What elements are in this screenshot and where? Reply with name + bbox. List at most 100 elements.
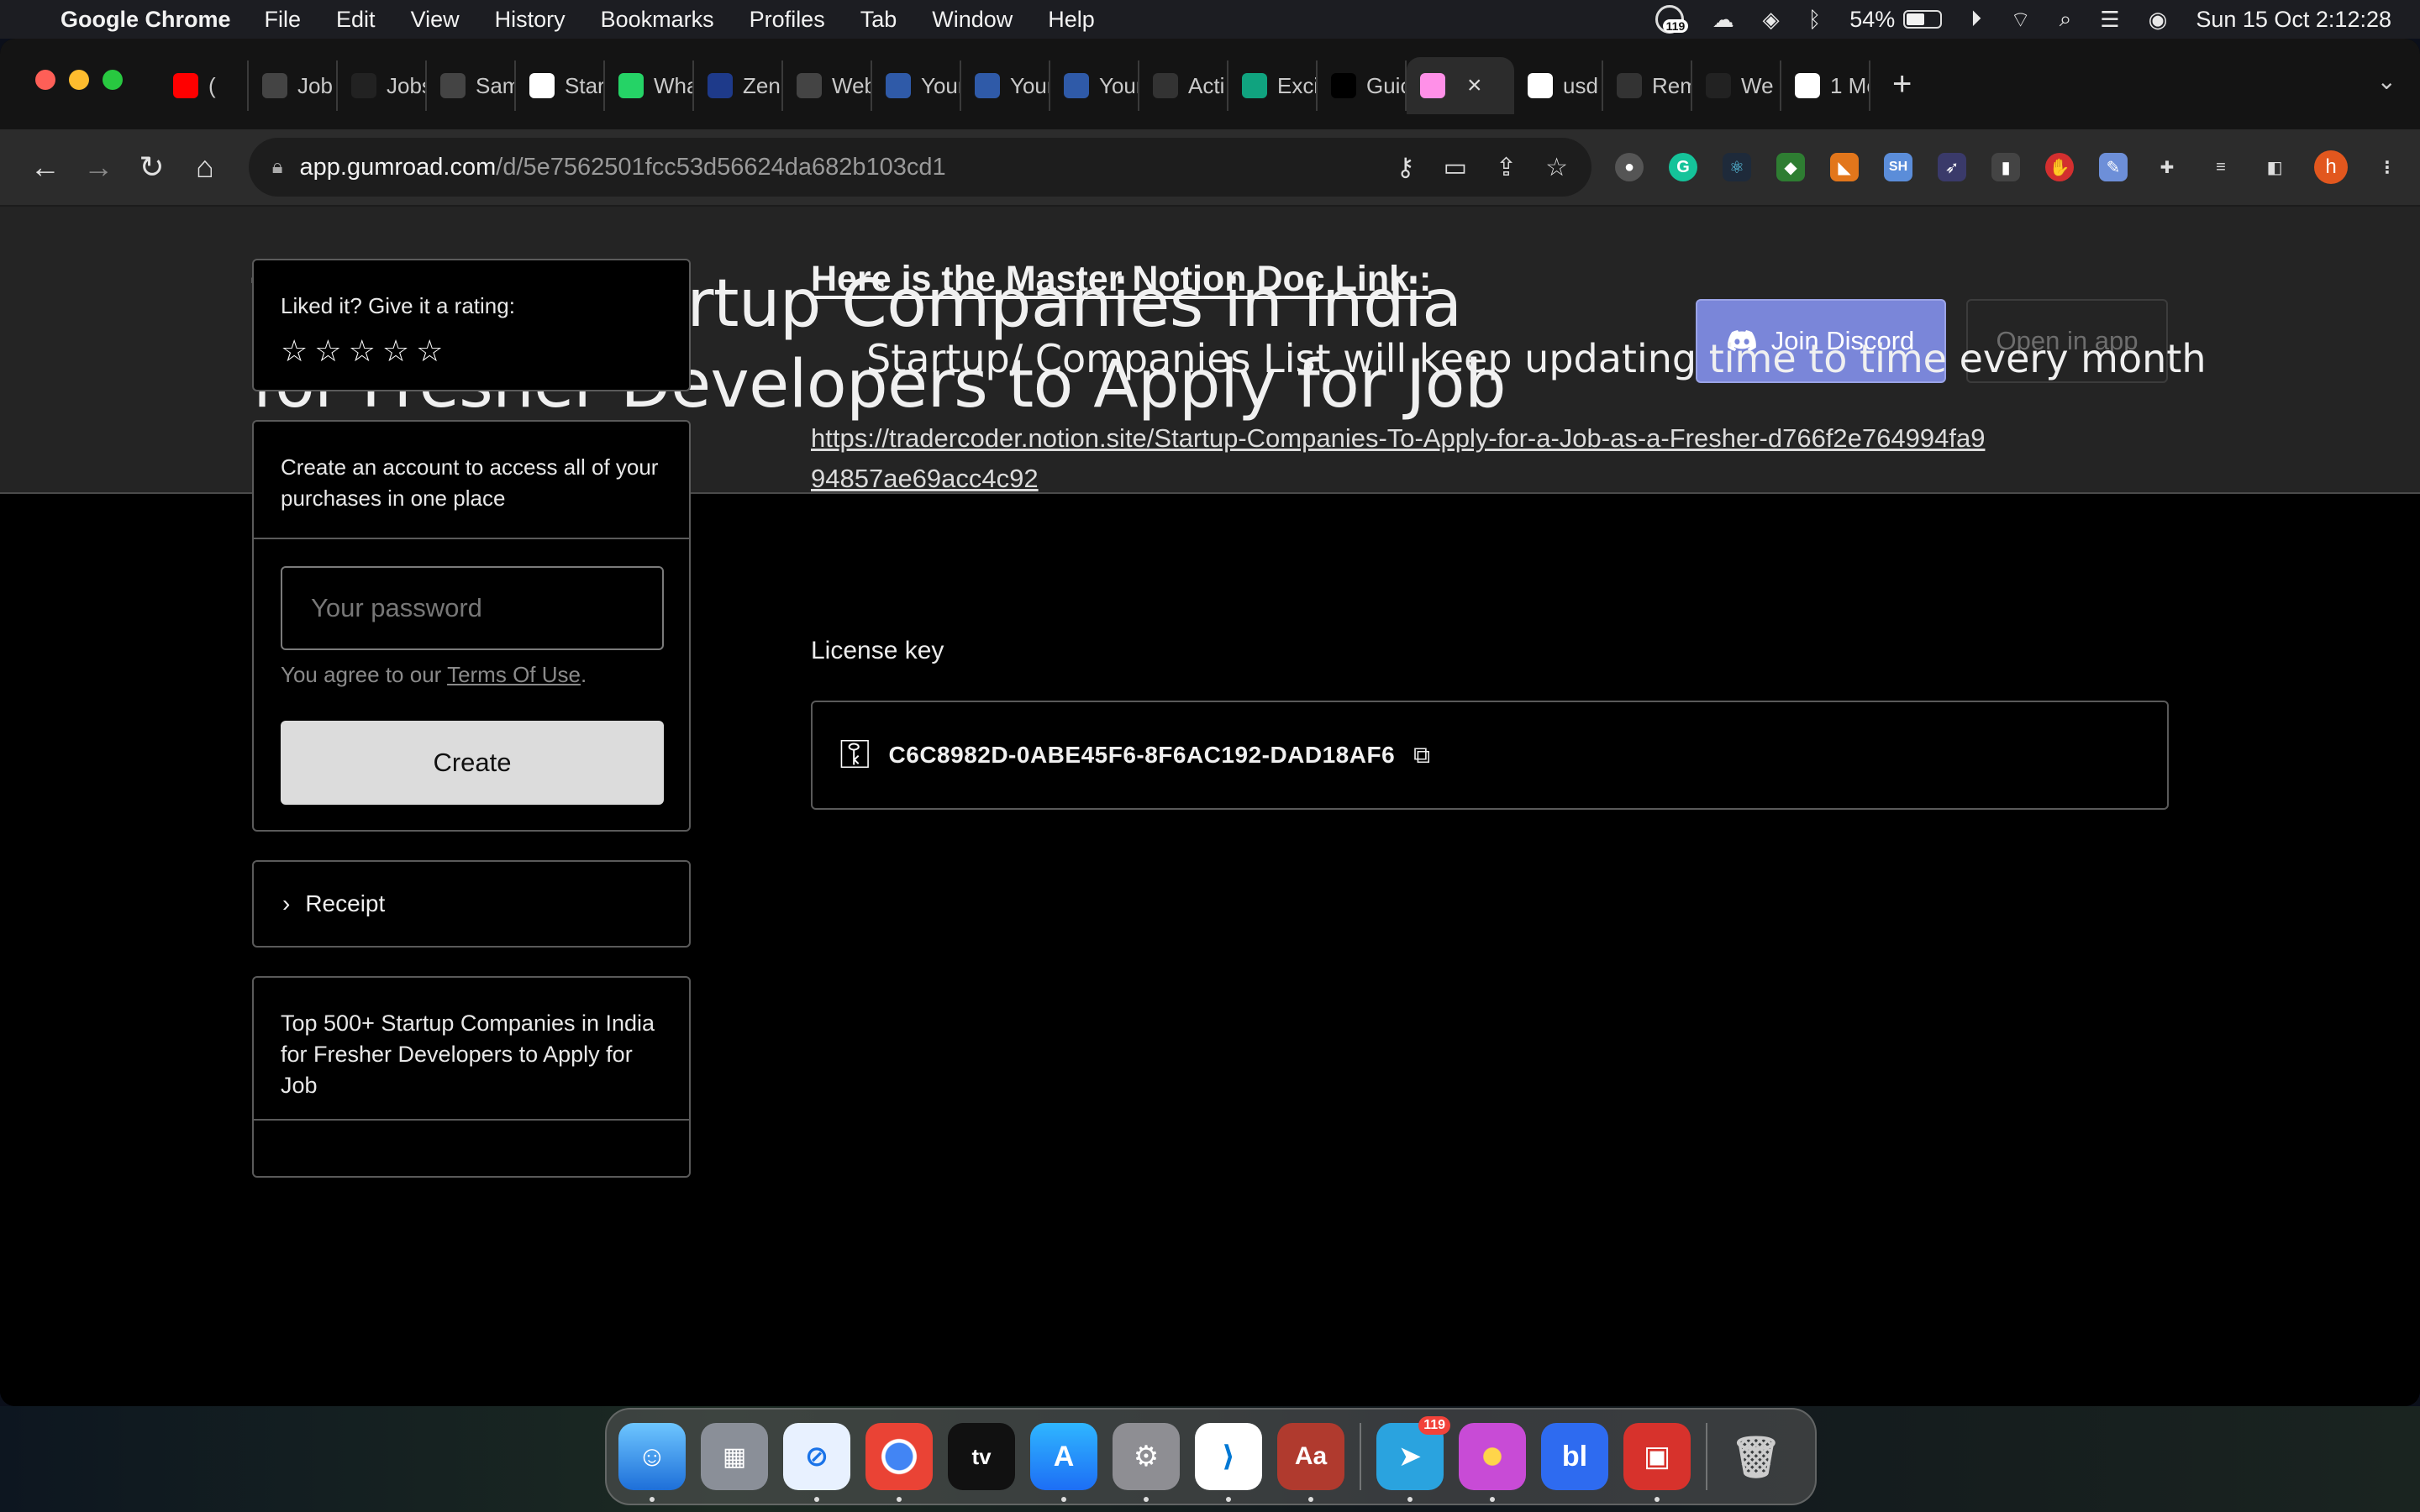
tab[interactable]: Exci <box>1228 60 1318 111</box>
side-panel-icon[interactable]: ◧ <box>2260 153 2289 181</box>
sh-extension-icon[interactable]: SH <box>1884 153 1913 181</box>
spotlight-search-icon[interactable]: ⌕ <box>2060 6 2072 33</box>
share-icon[interactable]: ⇪ <box>1496 153 1517 182</box>
chrome-icon[interactable] <box>865 1423 933 1502</box>
extension-circle-icon[interactable]: ● <box>1615 153 1644 181</box>
tab[interactable]: Guic <box>1318 60 1407 111</box>
reload-button[interactable]: ↻ <box>125 150 178 185</box>
menu-file[interactable]: File <box>265 7 302 33</box>
adblock-icon[interactable]: ✋ <box>2045 153 2075 181</box>
tab[interactable]: Web <box>783 60 872 111</box>
finder-icon[interactable]: ☺ <box>618 1423 686 1502</box>
tab[interactable]: Your <box>1050 60 1139 111</box>
tab[interactable]: Acti <box>1139 60 1228 111</box>
grammarly-icon[interactable]: G <box>1669 153 1698 181</box>
metamask-icon[interactable]: ◣ <box>1830 153 1860 181</box>
dropbox-icon[interactable]: ◈ <box>1763 7 1780 33</box>
password-input[interactable] <box>281 566 664 650</box>
safari-icon[interactable]: ⊘ <box>783 1423 850 1502</box>
trash-icon[interactable]: 🗑︎ <box>1723 1423 1790 1490</box>
app-menu[interactable]: Google Chrome <box>60 7 231 33</box>
tab[interactable]: Rem <box>1603 60 1692 111</box>
tab[interactable]: Your <box>961 60 1050 111</box>
siri-icon[interactable]: ◉ <box>2149 7 2168 33</box>
password-key-icon[interactable]: ⚷ <box>1397 153 1415 182</box>
back-button[interactable]: ← <box>18 150 71 185</box>
tab[interactable]: Jobs <box>338 60 427 111</box>
battery-status[interactable]: 54% <box>1849 6 1943 33</box>
extension-green-icon[interactable]: ◆ <box>1776 153 1806 181</box>
control-center-icon[interactable]: ☰ <box>2100 7 2119 33</box>
launchpad-icon[interactable]: ▦ <box>701 1423 768 1490</box>
close-tab-icon[interactable]: × <box>1467 71 1482 100</box>
zoom-window-button[interactable] <box>103 70 123 90</box>
menu-edit[interactable]: Edit <box>336 7 376 33</box>
tab[interactable]: We <box>1692 60 1781 111</box>
wifi-icon[interactable]: ⌔ <box>2010 6 2030 34</box>
tab[interactable]: Star <box>516 60 605 111</box>
extensions-puzzle-icon[interactable]: ✚ <box>2153 153 2181 181</box>
star-icon[interactable]: ☆ <box>416 333 443 369</box>
menu-tab[interactable]: Tab <box>860 7 897 33</box>
license-key-value[interactable]: C6C8982D-0ABE45F6-8F6AC192-DAD18AF6 <box>889 742 1396 769</box>
star-icon[interactable]: ☆ <box>349 333 376 369</box>
tab[interactable]: usd <box>1514 60 1603 111</box>
tab[interactable]: ( <box>160 60 249 111</box>
reading-list-icon[interactable]: ≡ <box>2207 153 2235 181</box>
tab[interactable]: Zen <box>694 60 783 111</box>
terms-of-use-link[interactable]: Terms Of Use <box>447 662 581 687</box>
star-icon[interactable]: ☆ <box>281 333 308 369</box>
react-devtools-icon[interactable]: ⚛ <box>1723 153 1752 181</box>
tab-active[interactable]: × <box>1407 57 1514 114</box>
address-bar[interactable]: 🔒︎ app.gumroad.com/d/5e7562501fcc53d5662… <box>248 138 1592 197</box>
forward-button[interactable]: → <box>71 150 124 185</box>
lock-icon[interactable]: 🔒︎ <box>272 155 283 179</box>
tab[interactable]: 1 Mo <box>1781 60 1870 111</box>
bluetooth-icon[interactable]: ᛒ <box>1808 7 1822 33</box>
system-settings-icon[interactable]: ⚙ <box>1113 1423 1180 1502</box>
menu-view[interactable]: View <box>411 7 460 33</box>
copy-icon[interactable]: ⧉ <box>1413 742 1430 769</box>
app-store-icon[interactable]: A <box>1030 1423 1097 1502</box>
extension-blue-icon[interactable]: ✎ <box>2099 153 2128 181</box>
tab[interactable]: Your <box>872 60 961 111</box>
bookmark-star-icon[interactable]: ☆ <box>1545 153 1568 182</box>
photo-booth-icon[interactable]: ▣ <box>1623 1423 1691 1502</box>
menu-help[interactable]: Help <box>1048 7 1095 33</box>
card-icon[interactable]: ▭ <box>1444 153 1467 182</box>
cloud-icon[interactable]: ☁ <box>1712 7 1734 33</box>
bl-app-icon[interactable]: bl <box>1541 1423 1608 1490</box>
menu-bookmarks[interactable]: Bookmarks <box>601 7 714 33</box>
notion-doc-link[interactable]: https://tradercoder.notion.site/Startup-… <box>811 418 1987 499</box>
menu-profiles[interactable]: Profiles <box>750 7 825 33</box>
tab-search-chevron-icon[interactable]: ⌄ <box>2377 67 2396 95</box>
battery-percent: 54% <box>1849 6 1896 32</box>
tab[interactable]: Job <box>249 60 338 111</box>
new-tab-button[interactable]: + <box>1892 66 1912 103</box>
menu-history[interactable]: History <box>495 7 566 33</box>
notification-icon[interactable]: 119 <box>1655 5 1689 34</box>
create-account-button[interactable]: Create <box>281 721 664 805</box>
tab[interactable]: Wha <box>605 60 694 111</box>
receipt-toggle[interactable]: › Receipt <box>252 860 691 948</box>
close-window-button[interactable] <box>35 70 55 90</box>
rating-stars: ☆ ☆ ☆ ☆ ☆ <box>281 333 662 369</box>
flower-app-icon[interactable] <box>1459 1423 1526 1502</box>
play-icon[interactable]: ⏵ <box>1970 6 1981 33</box>
menu-window[interactable]: Window <box>932 7 1013 33</box>
whatsapp-icon <box>618 73 644 98</box>
star-icon[interactable]: ☆ <box>314 333 341 369</box>
minimize-window-button[interactable] <box>69 70 89 90</box>
apple-tv-icon[interactable]: tv <box>948 1423 1015 1490</box>
extension-grey-icon[interactable]: ▮ <box>1991 153 2021 181</box>
dictionary-icon[interactable]: Aa <box>1277 1423 1344 1502</box>
home-button[interactable]: ⌂ <box>178 150 231 185</box>
chrome-menu-icon[interactable]: ⋮ <box>2373 153 2402 181</box>
datetime[interactable]: Sun 15 Oct 2:12:28 <box>2196 7 2391 33</box>
tab[interactable]: Sam <box>427 60 516 111</box>
telegram-icon[interactable]: ➤ 119 <box>1376 1416 1450 1502</box>
vscode-icon[interactable]: ⟩ <box>1195 1423 1262 1502</box>
star-icon[interactable]: ☆ <box>382 333 409 369</box>
profile-avatar[interactable]: h <box>2314 150 2349 184</box>
rocket-icon[interactable]: ➶ <box>1938 153 1967 181</box>
